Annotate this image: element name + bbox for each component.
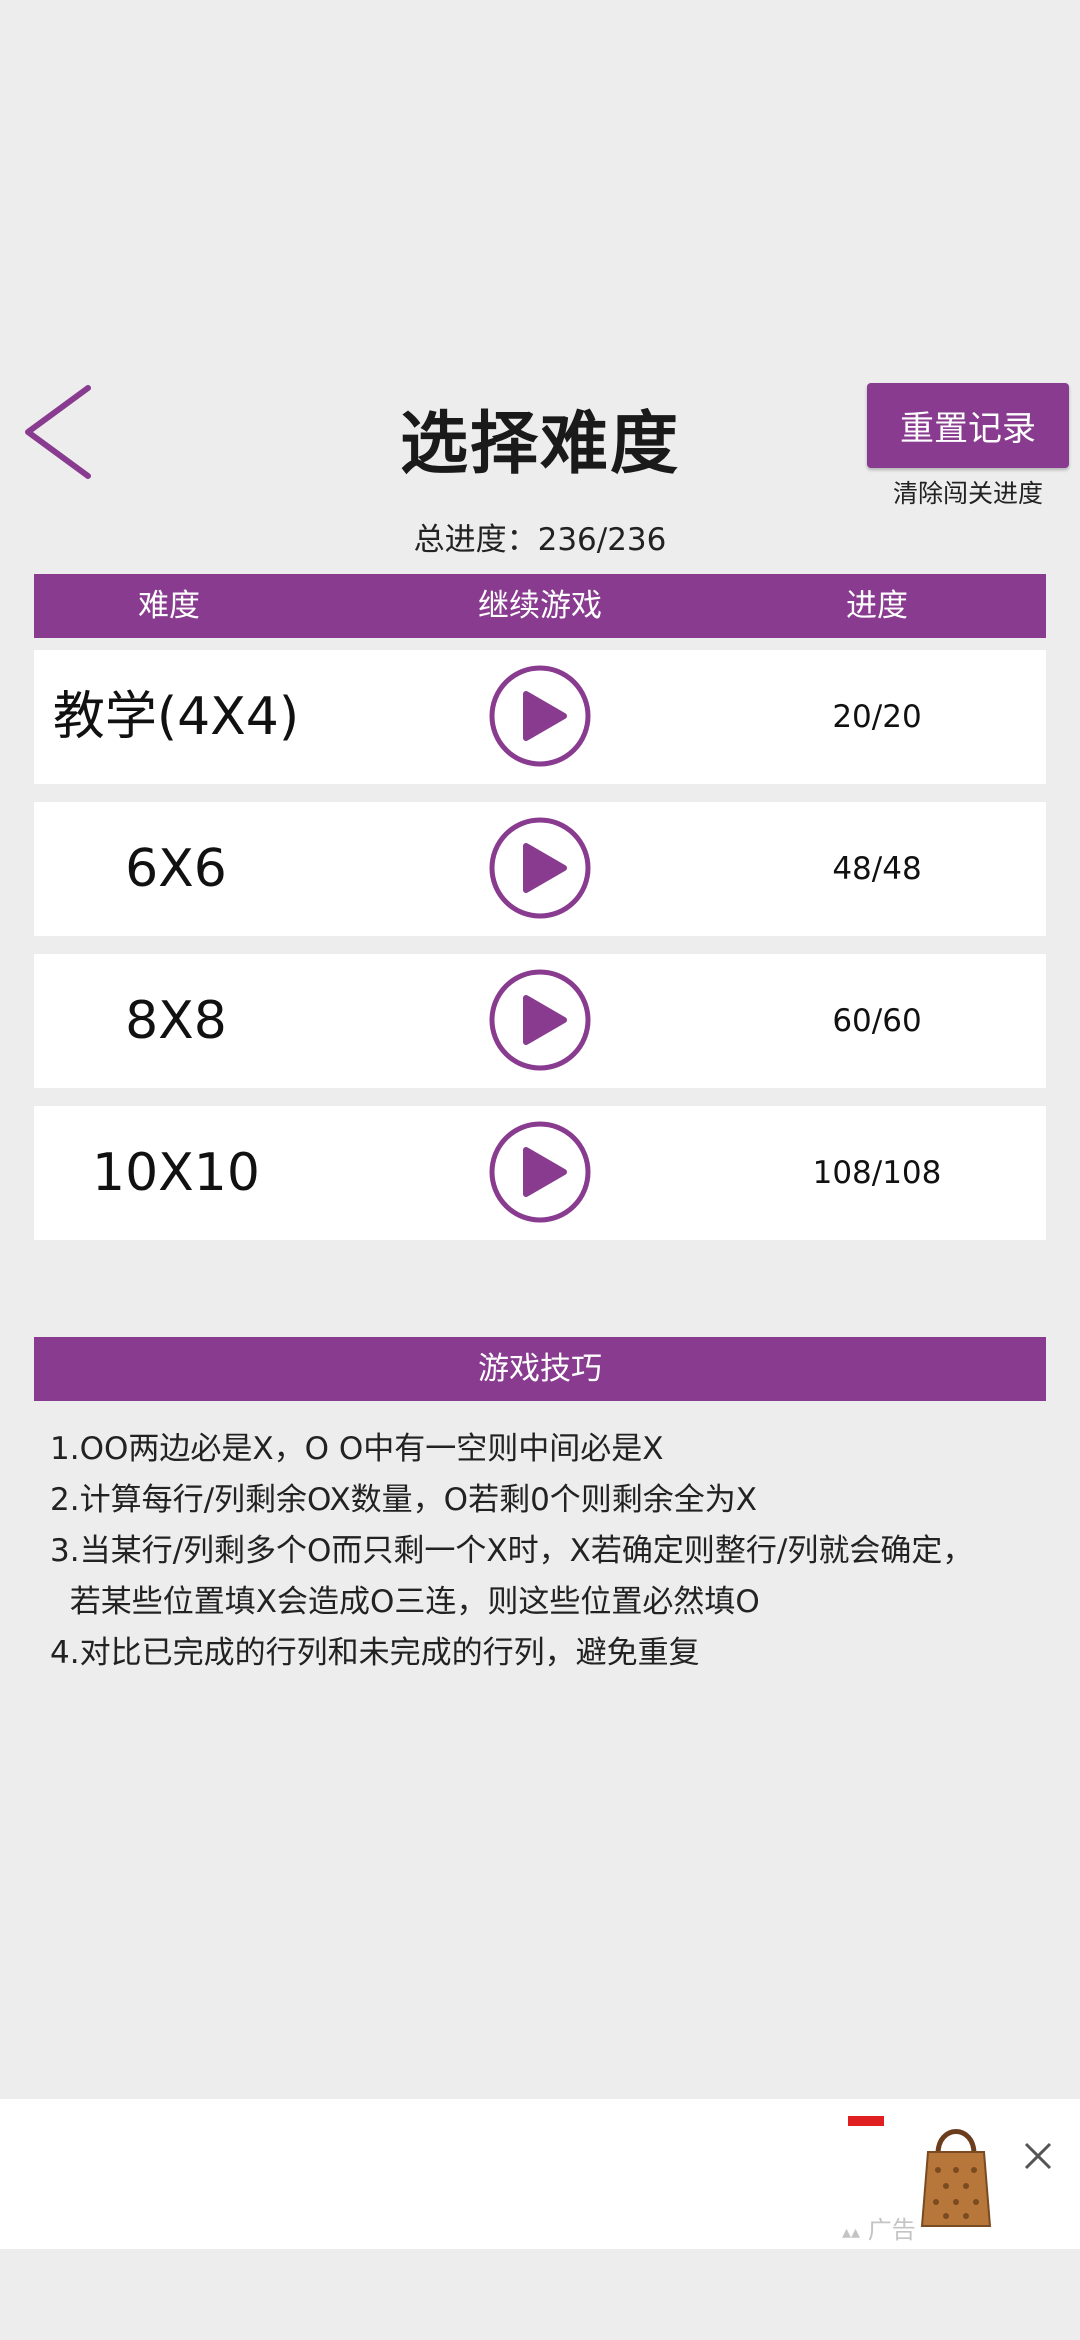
play-button[interactable] (488, 1120, 592, 1224)
difficulty-progress: 20/20 (832, 699, 922, 735)
close-icon (1024, 2142, 1052, 2170)
difficulty-name: 教学(4X4) (52, 687, 300, 747)
play-button[interactable] (488, 968, 592, 1072)
difficulty-row-6x6: 6X6 48/48 (34, 802, 1046, 936)
play-button[interactable] (488, 816, 592, 920)
difficulty-progress: 108/108 (812, 1155, 942, 1191)
ad-logo-icon: ▴▴ (842, 2222, 861, 2243)
difficulty-progress: 60/60 (832, 1003, 922, 1039)
ad-close-button[interactable] (1018, 2136, 1058, 2176)
handbag-icon (920, 2129, 992, 2227)
header-difficulty: 难度 (138, 588, 200, 624)
tip-item: 4.对比已完成的行列和未完成的行列，避免重复 (50, 1635, 700, 1671)
ad-badge (848, 2116, 884, 2126)
play-circle-icon (489, 665, 591, 767)
tips-list: 1.OO两边必是X，O O中有一空则中间必是X 2.计算每行/列剩余OX数量，O… (50, 1424, 1060, 1679)
difficulty-name: 10X10 (92, 1143, 260, 1203)
tip-item: 3.当某行/列剩多个O而只剩一个X时，X若确定则整行/列就会确定， (50, 1533, 974, 1569)
tip-item: 2.计算每行/列剩余OX数量，O若剩0个则剩余全为X (50, 1482, 758, 1518)
ad-product-image[interactable] (916, 2118, 996, 2230)
tips-header: 游戏技巧 (34, 1337, 1046, 1401)
tip-item: 1.OO两边必是X，O O中有一空则中间必是X (50, 1431, 664, 1467)
play-circle-icon (489, 1121, 591, 1223)
header-continue-game: 继续游戏 (478, 588, 602, 624)
play-circle-icon (489, 817, 591, 919)
play-button[interactable] (488, 664, 592, 768)
difficulty-name: 8X8 (125, 991, 227, 1051)
total-progress: 总进度：236/236 (413, 522, 667, 558)
difficulty-row-10x10: 10X10 108/108 (34, 1106, 1046, 1240)
reset-record-button[interactable]: 重置记录 (867, 383, 1069, 468)
ad-label-text: 广告 (867, 2216, 916, 2244)
header-progress: 进度 (846, 588, 908, 624)
difficulty-table-header: 难度 继续游戏 进度 (34, 574, 1046, 638)
difficulty-row-8x8: 8X8 60/60 (34, 954, 1046, 1088)
reset-hint-text: 清除闯关进度 (892, 479, 1043, 508)
ad-label: ▴▴ 广告 (842, 2210, 916, 2245)
play-circle-icon (489, 969, 591, 1071)
difficulty-progress: 48/48 (832, 851, 922, 887)
difficulty-row-tutorial: 教学(4X4) 20/20 (34, 650, 1046, 784)
tip-item: 若某些位置填X会造成O三连，则这些位置必然填O (50, 1584, 760, 1620)
difficulty-name: 6X6 (125, 839, 227, 899)
